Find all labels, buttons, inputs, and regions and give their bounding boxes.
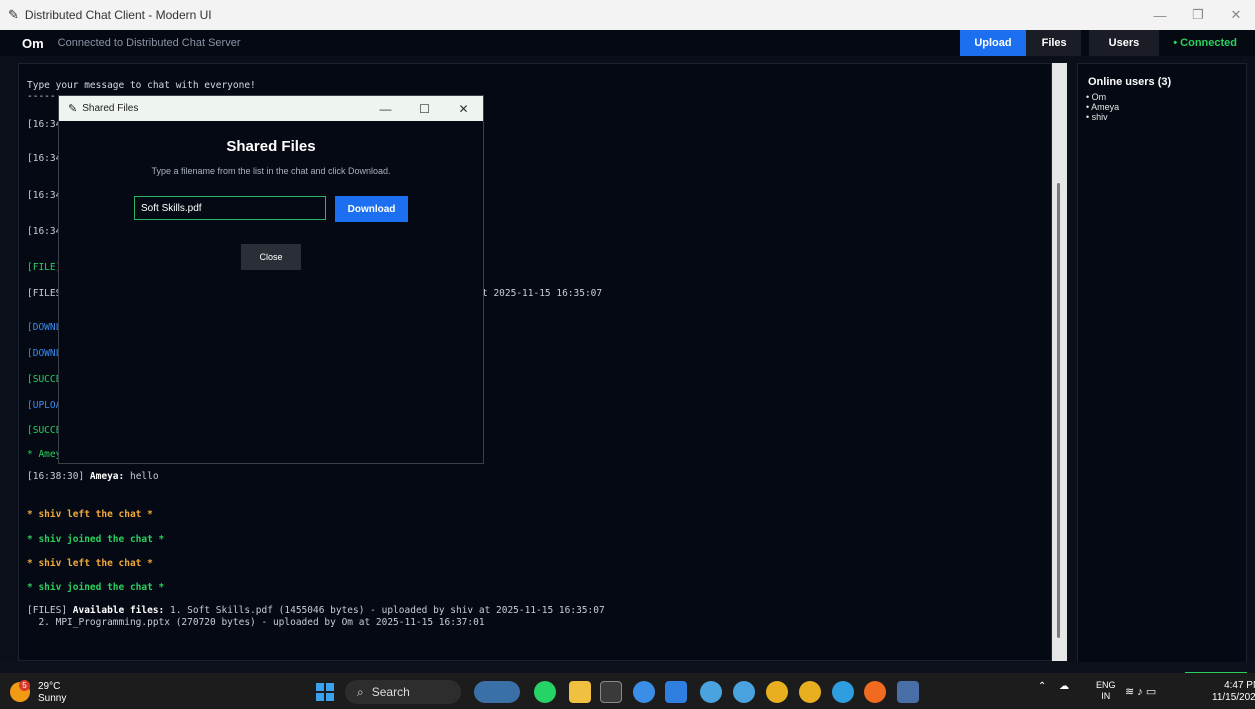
- python-icon[interactable]: [897, 681, 919, 703]
- chat-event: * shiv joined the chat *: [27, 534, 165, 545]
- close-button[interactable]: Close: [241, 244, 301, 270]
- message-user: Ameya:: [89, 471, 125, 482]
- weather-widget[interactable]: 29°C Sunny: [38, 681, 66, 705]
- chat-line: [SUCCE: [27, 425, 62, 436]
- search-label: Search: [371, 685, 410, 699]
- edge-icon[interactable]: [733, 681, 755, 703]
- widgets-icon[interactable]: [474, 681, 520, 703]
- message-time: [16:38:30]: [27, 471, 90, 482]
- lang-top: ENG: [1096, 680, 1116, 690]
- chat-line: t 2025-11-15 16:35:07: [482, 288, 603, 299]
- chat-line: [DOWNL: [27, 348, 62, 359]
- files-heading: Available files:: [72, 605, 165, 616]
- language-indicator[interactable]: ENG IN: [1096, 680, 1116, 702]
- firefox-icon[interactable]: [864, 681, 886, 703]
- volume-icon: ♪: [1137, 686, 1143, 698]
- file-explorer-icon[interactable]: [569, 681, 591, 703]
- wifi-icon: ≋: [1125, 686, 1135, 698]
- clock-time: 4:47 PM: [1224, 680, 1255, 691]
- feather-icon: ✎: [68, 103, 78, 115]
- user-item: • Om: [1086, 92, 1107, 102]
- chat-line: [SUCCE: [27, 374, 62, 385]
- bottom-strip: [0, 662, 1255, 674]
- online-users-heading: Online users (3): [1088, 76, 1172, 88]
- chevron-up-icon[interactable]: ⌃: [1038, 681, 1046, 692]
- user-item: • Ameya: [1086, 102, 1120, 112]
- close-window-button[interactable]: ✕: [1217, 0, 1255, 30]
- dialog-heading: Shared Files: [226, 138, 316, 155]
- system-tray[interactable]: ⌃ ☁: [1038, 681, 1069, 692]
- chrome-icon[interactable]: [799, 681, 821, 703]
- taskbar-search[interactable]: ⌕ Search: [345, 680, 461, 704]
- user-item: • shiv: [1086, 112, 1108, 122]
- store-icon[interactable]: [600, 681, 622, 703]
- weather-desc: Sunny: [38, 693, 67, 704]
- clock[interactable]: 4:47 PM 11/15/2025: [1212, 680, 1255, 704]
- chat-line: [16:34: [27, 226, 62, 237]
- connected-indicator: • Connected: [1173, 37, 1237, 49]
- chat-files-list: [FILES] Available files: 1. Soft Skills.…: [27, 605, 605, 616]
- files-prefix: [FILES]: [27, 605, 73, 616]
- chat-event: * shiv joined the chat *: [27, 582, 165, 593]
- files-line: 1. Soft Skills.pdf (1455046 bytes) - upl…: [164, 605, 605, 616]
- window-title: Distributed Chat Client - Modern UI: [24, 8, 212, 22]
- copilot-icon[interactable]: [633, 681, 655, 703]
- dialog-close-icon[interactable]: ✕: [444, 102, 483, 116]
- maximize-button[interactable]: ❐: [1179, 0, 1217, 30]
- network-volume-battery[interactable]: ≋ ♪ ▭: [1125, 685, 1156, 698]
- shared-files-dialog: ✎ Shared Files — ☐ ✕ Shared Files Type a…: [58, 95, 484, 464]
- start-icon[interactable]: [316, 683, 334, 701]
- chat-intro: Type your message to chat with everyone!: [27, 80, 256, 91]
- search-icon: ⌕: [357, 684, 364, 699]
- chat-line: [16:34: [27, 119, 62, 130]
- files-line: 2. MPI_Programming.pptx (270720 bytes) -…: [27, 617, 485, 628]
- chat-line: [16:34: [27, 190, 62, 201]
- feather-icon: ✎: [8, 7, 19, 22]
- chat-line: [FILES: [27, 288, 62, 299]
- weather-temp: 29°C: [38, 681, 61, 692]
- chat-event: * shiv left the chat *: [27, 558, 153, 569]
- chat-divider: -----: [27, 91, 56, 102]
- clock-date: 11/15/2025: [1212, 692, 1255, 703]
- chrome-icon[interactable]: [766, 681, 788, 703]
- cloud-icon[interactable]: ☁: [1059, 681, 1069, 692]
- chat-scrollbar[interactable]: [1052, 63, 1067, 661]
- message-text: hello: [124, 471, 159, 482]
- chat-event: * shiv left the chat *: [27, 509, 153, 520]
- dialog-maximize-button[interactable]: ☐: [405, 102, 444, 116]
- current-username: Om: [22, 35, 44, 51]
- download-button[interactable]: Download: [335, 196, 408, 222]
- chat-line: [DOWNL: [27, 322, 62, 333]
- dialog-window-title: Shared Files: [82, 103, 139, 114]
- upload-button[interactable]: Upload: [960, 30, 1026, 56]
- edge-icon[interactable]: [700, 681, 722, 703]
- files-button[interactable]: Files: [1025, 30, 1081, 56]
- chat-line: [FILE]: [27, 262, 62, 273]
- chat-line: [16:34: [27, 153, 62, 164]
- app-header: Om Connected to Distributed Chat Server …: [0, 30, 1255, 56]
- battery-icon: ▭: [1145, 686, 1157, 698]
- window-titlebar: ✎ Distributed Chat Client - Modern UI — …: [0, 0, 1255, 30]
- whatsapp-icon[interactable]: [534, 681, 556, 703]
- scrollbar-thumb[interactable]: [1057, 183, 1060, 638]
- lang-bottom: IN: [1101, 691, 1111, 701]
- chat-line: * Amey: [27, 449, 62, 460]
- online-users-panel: Online users (3) • Om • Ameya • shiv: [1077, 63, 1247, 663]
- weather-badge: 5: [19, 680, 30, 691]
- dialog-titlebar: ✎ Shared Files — ☐ ✕: [59, 96, 483, 121]
- connection-status-text: Connected to Distributed Chat Server: [57, 37, 241, 49]
- minimize-button[interactable]: —: [1141, 0, 1179, 30]
- chat-line: [UPLOA: [27, 400, 62, 411]
- vscode-icon[interactable]: [665, 681, 687, 703]
- users-button[interactable]: Users: [1088, 30, 1160, 56]
- filename-input[interactable]: [134, 196, 326, 220]
- chat-message: [16:38:30] Ameya: hello: [27, 471, 159, 482]
- chrome-icon[interactable]: [832, 681, 854, 703]
- dialog-minimize-button[interactable]: —: [366, 102, 405, 116]
- dialog-subtitle: Type a filename from the list in the cha…: [151, 166, 391, 176]
